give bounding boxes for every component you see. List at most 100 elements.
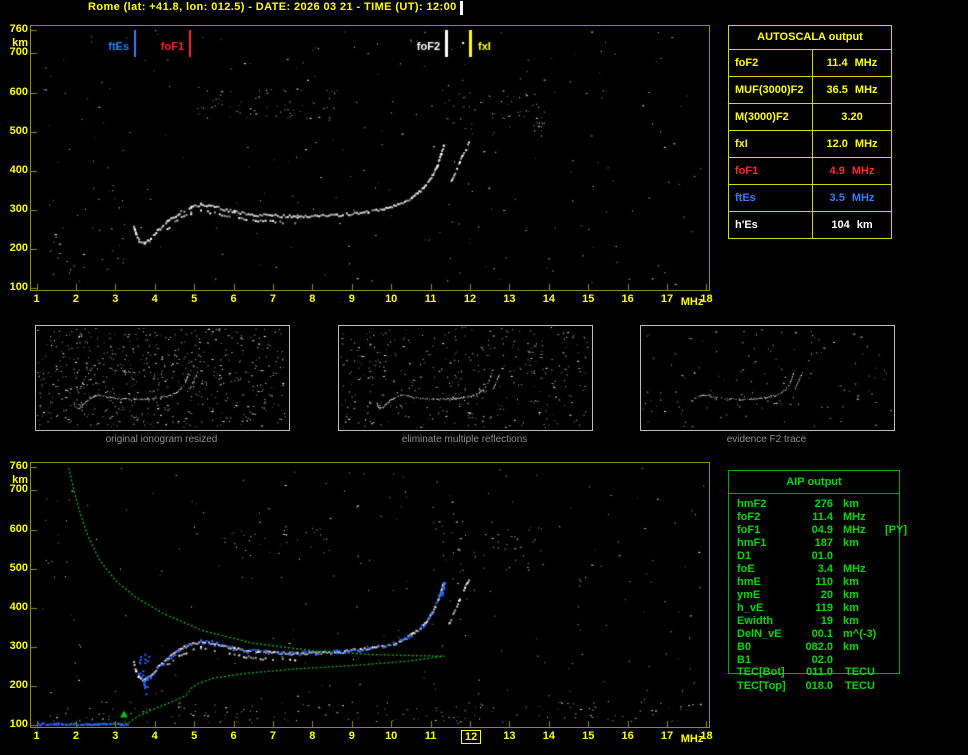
x-tick-label: 14 bbox=[542, 293, 555, 305]
aip-row: hmE 110 km bbox=[737, 576, 899, 589]
y-tick-label: 760 bbox=[9, 460, 28, 473]
x-tick-label: 17 bbox=[660, 730, 674, 742]
param-label: foE bbox=[737, 563, 755, 575]
app-window: Rome (lat: +41.8, lon: 012.5) - DATE: 20… bbox=[0, 0, 968, 755]
aip-row: foF2 11.4 MHz bbox=[737, 511, 899, 524]
x-tick-label: 2 bbox=[72, 730, 79, 742]
aip-row: hmF1 187 km bbox=[737, 537, 899, 550]
param-label: MUF(3000)F2 bbox=[729, 77, 813, 103]
autoscala-row: h'Es 104 km bbox=[729, 211, 891, 238]
y-tick-label: 600 bbox=[9, 85, 28, 98]
bottom-plot-x-axis: 1 2 3 4 5 6 7 8 9 10 11 12 13 14 15 16 17 18 MHz bbox=[31, 730, 731, 748]
param-value-number: 11.4 bbox=[826, 57, 848, 69]
x-tick-label: 15 bbox=[582, 293, 595, 305]
window-title: Rome (lat: +41.8, lon: 012.5) - DATE: 20… bbox=[88, 1, 457, 13]
aip-row: h_vE 119 km bbox=[737, 602, 899, 615]
aip-row: B0 082.0 km bbox=[737, 641, 899, 654]
param-unit: MHz bbox=[851, 192, 875, 204]
param-unit: MHz bbox=[854, 138, 878, 150]
param-unit: MHz bbox=[843, 524, 866, 536]
param-unit: km bbox=[856, 219, 873, 231]
x-tick-label: 13 bbox=[503, 293, 516, 305]
x-tick-label: 17 bbox=[660, 293, 674, 305]
thumbnail-caption-original: original ionogram resized bbox=[105, 434, 218, 445]
bottom-ionogram-plot bbox=[30, 462, 710, 728]
tec-row: TEC[Bot] 011.0 TECU bbox=[729, 666, 905, 679]
param-unit: km bbox=[843, 641, 859, 653]
top-plot-x-axis: 1 2 3 4 5 6 7 8 9 10 11 12 13 14 15 16 17 18 MHz bbox=[31, 293, 731, 311]
param-label: Ewidth bbox=[737, 615, 774, 627]
param-label: TEC[Bot] bbox=[737, 666, 785, 678]
param-value-number: 4.9 bbox=[829, 165, 845, 177]
x-tick-label: 5 bbox=[191, 730, 198, 742]
y-tick-label: 760 bbox=[9, 23, 28, 36]
param-unit: km bbox=[843, 615, 859, 627]
param-label: B0 bbox=[737, 641, 752, 653]
param-extra bbox=[879, 537, 899, 550]
x-tick-label: 6 bbox=[230, 293, 237, 305]
x-axis-unit: MHz bbox=[680, 296, 704, 308]
time-cursor-mark bbox=[460, 1, 463, 15]
x-tick-label: 8 bbox=[309, 730, 316, 742]
thumbnail-original-ionogram bbox=[35, 325, 290, 431]
param-value: 119 bbox=[815, 602, 833, 614]
param-label: h'Es bbox=[729, 212, 813, 238]
y-tick-label: 600 bbox=[9, 522, 28, 535]
x-tick-label: 3 bbox=[112, 730, 119, 742]
x-tick-label: 3 bbox=[112, 293, 119, 305]
param-value: 20 bbox=[820, 589, 833, 601]
param-unit: MHz bbox=[843, 511, 866, 523]
x-tick-label: 12 bbox=[463, 293, 477, 305]
param-value: 104 km bbox=[813, 212, 891, 238]
param-extra bbox=[879, 498, 899, 511]
aip-output-panel: AIP output hmF2 276 km foF2 11.4 MHz foF1 04.9 M… bbox=[728, 470, 907, 674]
top-plot-y-axis: 760 700 600 500 400 300 200 100 km bbox=[1, 23, 28, 293]
aip-row: D1 01.0 bbox=[737, 550, 899, 563]
aip-row: Ewidth 19 km bbox=[737, 615, 899, 628]
param-extra bbox=[879, 602, 899, 615]
autoscala-row: MUF(3000)F2 36.5 MHz bbox=[729, 76, 891, 103]
thumbnail-caption-no-multiples: eliminate multiple reflections bbox=[401, 434, 528, 445]
param-unit: km bbox=[843, 537, 859, 549]
param-label: hmF1 bbox=[737, 537, 767, 549]
x-tick-label: 5 bbox=[191, 293, 198, 305]
param-value-number: 36.5 bbox=[826, 84, 848, 96]
param-extra bbox=[879, 628, 899, 641]
x-axis-unit: MHz bbox=[680, 733, 704, 745]
param-value: 11.4 bbox=[812, 511, 833, 523]
x-tick-label: 4 bbox=[151, 730, 158, 742]
tec-row: TEC[Top] 018.0 TECU bbox=[729, 680, 905, 693]
aip-row: foF1 04.9 MHz [PY] bbox=[737, 524, 907, 537]
thumbnail-no-multiples-canvas bbox=[339, 326, 590, 428]
param-unit: km bbox=[843, 498, 859, 510]
x-tick-label: 8 bbox=[309, 293, 316, 305]
param-unit: MHz bbox=[851, 165, 875, 177]
x-tick-label: 10 bbox=[385, 730, 398, 742]
y-tick-label: 400 bbox=[9, 600, 28, 613]
x-tick-label: 16 bbox=[621, 293, 634, 305]
y-tick-label: 100 bbox=[9, 281, 28, 293]
param-unit: km bbox=[843, 589, 859, 601]
x-tick-label: 9 bbox=[348, 730, 355, 742]
param-value: 4.9 MHz bbox=[813, 158, 891, 184]
aip-row: foE 3.4 MHz bbox=[737, 563, 899, 576]
param-unit: m^(-3) bbox=[843, 628, 877, 640]
x-tick-label: 12 bbox=[461, 730, 482, 744]
bottom-ionogram-canvas bbox=[31, 463, 709, 727]
param-value: 00.1 bbox=[811, 628, 833, 640]
x-tick-label: 7 bbox=[269, 293, 277, 305]
param-extra bbox=[879, 511, 899, 524]
x-tick-label: 9 bbox=[348, 293, 355, 305]
param-extra bbox=[879, 563, 899, 576]
param-value-number: 3.5 bbox=[829, 192, 845, 204]
param-value: 011.0 bbox=[806, 666, 833, 678]
param-unit: MHz bbox=[843, 563, 866, 575]
aip-title: AIP output bbox=[729, 471, 899, 494]
param-value: 12.0 MHz bbox=[813, 131, 891, 157]
y-tick-label: 200 bbox=[9, 678, 28, 691]
param-unit: TECU bbox=[845, 666, 875, 678]
thumbnail-f2-trace bbox=[640, 325, 895, 431]
param-value: 187 bbox=[814, 537, 833, 549]
thumbnail-original-canvas bbox=[36, 326, 287, 428]
param-unit: TECU bbox=[845, 680, 875, 692]
